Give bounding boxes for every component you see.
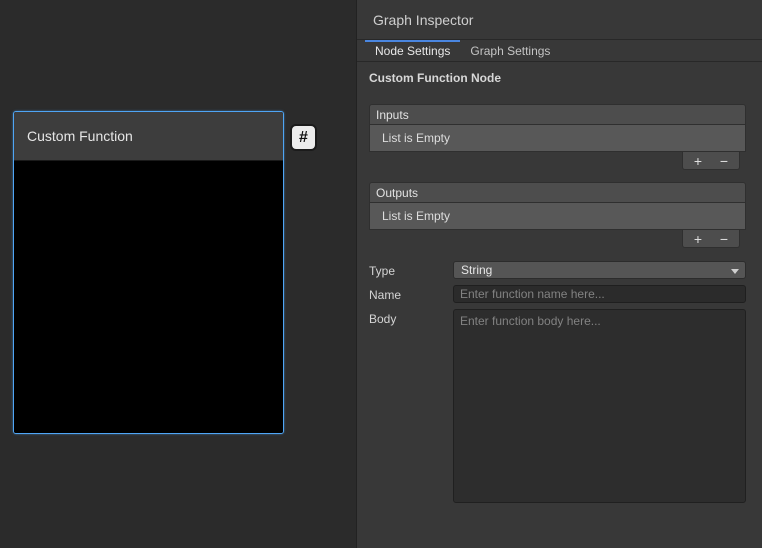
chevron-down-icon	[731, 269, 739, 274]
custom-function-node[interactable]: Custom Function	[13, 111, 284, 434]
precision-badge-icon[interactable]: #	[290, 124, 317, 151]
node-title: Custom Function	[14, 112, 283, 161]
tab-graph-settings[interactable]: Graph Settings	[460, 40, 560, 61]
node-preview-area	[14, 161, 283, 434]
inputs-empty-text: List is Empty	[370, 129, 745, 147]
outputs-list-footer: + −	[369, 230, 746, 248]
type-row: Type String	[369, 261, 746, 279]
inputs-footer-buttons: + −	[682, 152, 740, 170]
type-label: Type	[369, 261, 453, 278]
inspector-title: Graph Inspector	[373, 12, 473, 28]
outputs-footer-buttons: + −	[682, 230, 740, 248]
outputs-add-button[interactable]: +	[687, 232, 709, 246]
inputs-add-button[interactable]: +	[687, 154, 709, 168]
inputs-list-header[interactable]: Inputs	[369, 104, 746, 125]
inputs-list: Inputs List is Empty + −	[369, 104, 746, 170]
name-row: Name	[369, 285, 746, 303]
outputs-header-label: Outputs	[376, 186, 418, 200]
precision-badge-glyph: #	[299, 129, 308, 147]
graph-inspector-panel: Graph Inspector Node Settings Graph Sett…	[356, 0, 762, 548]
outputs-list-body: List is Empty	[369, 203, 746, 230]
type-dropdown[interactable]: String	[453, 261, 746, 279]
outputs-list-header[interactable]: Outputs	[369, 182, 746, 203]
graph-canvas[interactable]: Custom Function #	[0, 0, 356, 548]
outputs-empty-text: List is Empty	[370, 207, 745, 225]
outputs-remove-button[interactable]: −	[713, 232, 735, 246]
inputs-list-footer: + −	[369, 152, 746, 170]
inputs-header-label: Inputs	[376, 108, 409, 122]
inputs-remove-button[interactable]: −	[713, 154, 735, 168]
node-title-label: Custom Function	[27, 128, 133, 144]
inspector-header: Graph Inspector	[357, 0, 762, 40]
function-body-input[interactable]	[453, 309, 746, 503]
type-dropdown-value: String	[461, 263, 492, 277]
function-name-input[interactable]	[453, 285, 746, 303]
tab-node-settings[interactable]: Node Settings	[365, 40, 460, 61]
body-label: Body	[369, 309, 453, 326]
inspector-tabs: Node Settings Graph Settings	[357, 40, 762, 62]
name-label: Name	[369, 285, 453, 302]
outputs-list: Outputs List is Empty + −	[369, 182, 746, 248]
section-title: Custom Function Node	[369, 71, 750, 85]
body-row: Body	[369, 309, 746, 503]
inputs-list-body: List is Empty	[369, 125, 746, 152]
